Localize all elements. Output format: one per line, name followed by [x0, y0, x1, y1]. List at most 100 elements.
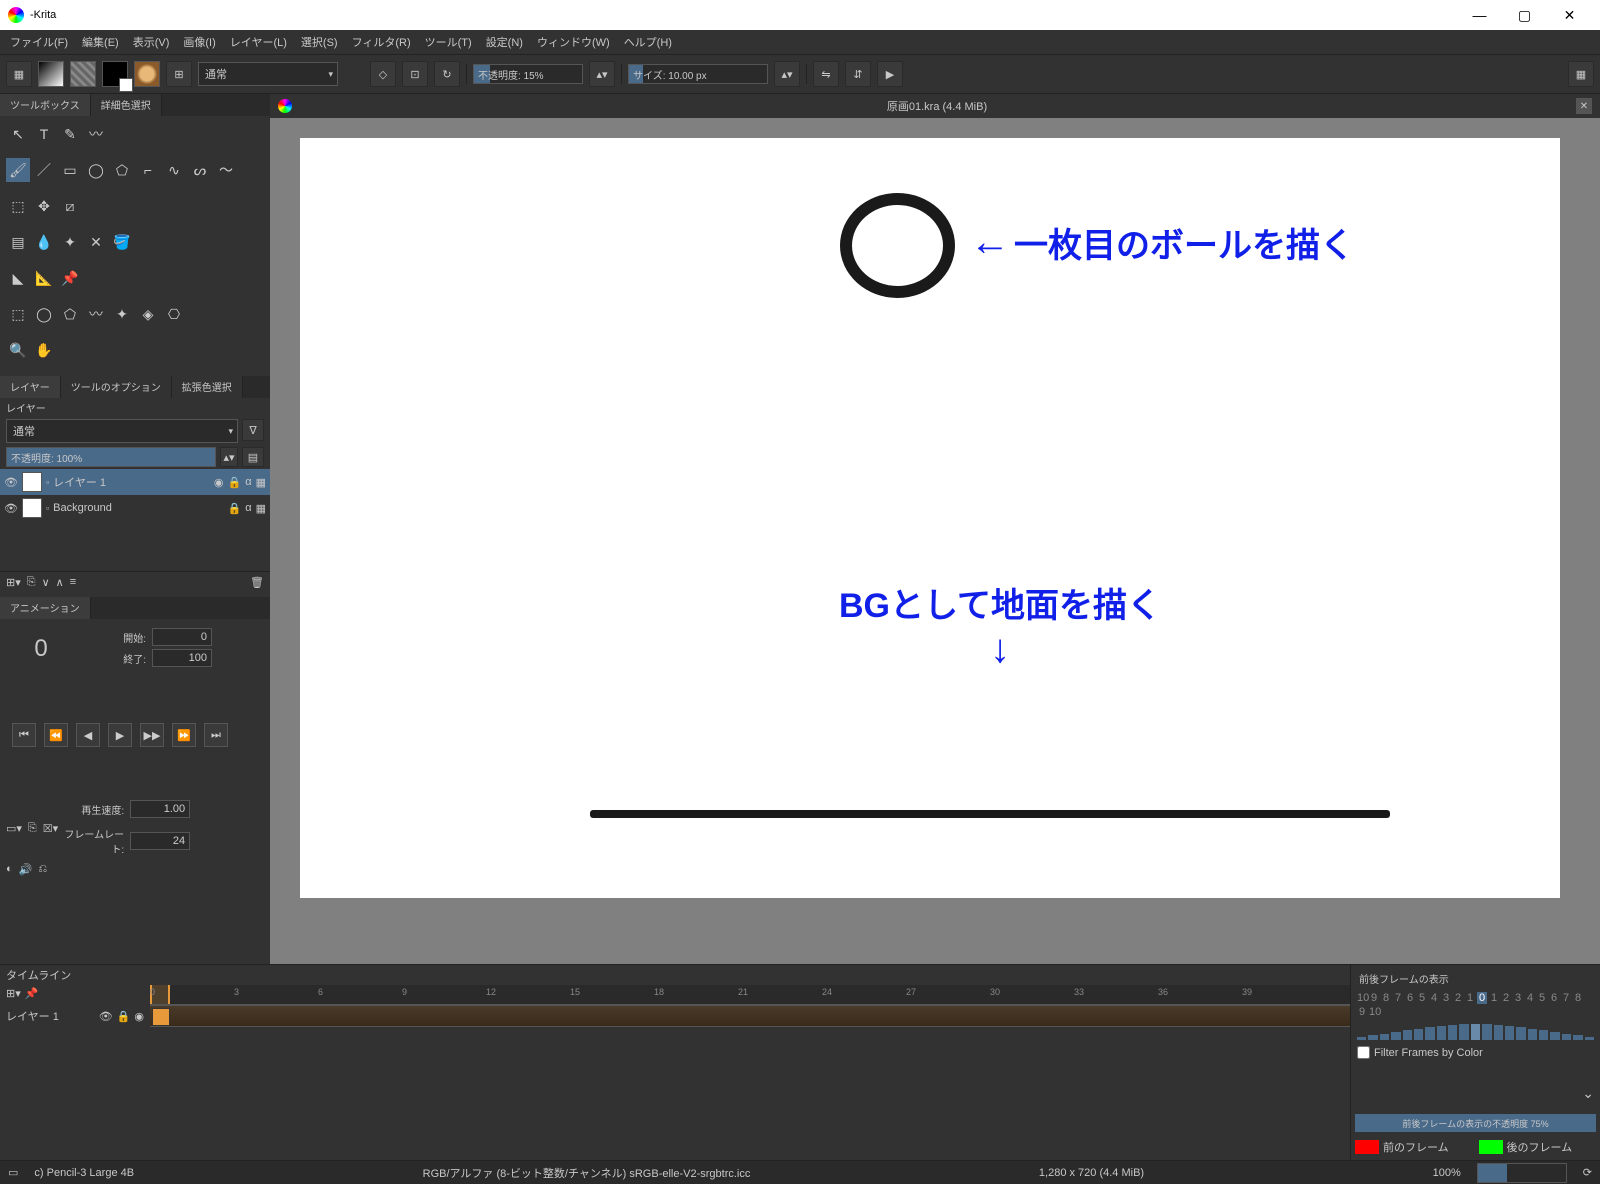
- layer-name[interactable]: Background: [53, 502, 112, 514]
- transform-tool[interactable]: ⬚: [6, 194, 30, 218]
- delete-layer-button[interactable]: 🗑: [250, 576, 264, 589]
- brush-settings-button[interactable]: ⊞: [166, 61, 192, 87]
- move-tool[interactable]: ↖: [6, 122, 30, 146]
- play-button[interactable]: ▶: [108, 723, 132, 747]
- move-layer-tool[interactable]: ✥: [32, 194, 56, 218]
- first-frame-button[interactable]: ⏮: [12, 723, 36, 747]
- fill-tool[interactable]: 🪣: [110, 230, 134, 254]
- select-freehand-tool[interactable]: 〰: [84, 302, 108, 326]
- track-visibility-icon[interactable]: 👁: [99, 1010, 113, 1023]
- audio-button[interactable]: 🔊: [19, 863, 33, 876]
- tool-options-tab[interactable]: ツールのオプション: [61, 376, 172, 398]
- gradient-swatch[interactable]: [38, 61, 64, 87]
- polyline-tool[interactable]: ⌐: [136, 158, 160, 182]
- minimize-button[interactable]: —: [1457, 0, 1502, 30]
- onion-button[interactable]: ◐: [6, 863, 13, 876]
- visibility-icon[interactable]: 👁: [4, 476, 18, 489]
- dup-frame-button[interactable]: ⎘: [28, 822, 37, 835]
- filter-frames-checkbox[interactable]: [1357, 1046, 1370, 1059]
- canvas[interactable]: 一枚目のボールを描く BGとして地面を描く: [300, 138, 1560, 898]
- eraser-button[interactable]: ◇: [370, 61, 396, 87]
- polygon-tool[interactable]: ⬠: [110, 158, 134, 182]
- timeline-pin-button[interactable]: 📌: [25, 987, 39, 1003]
- menu-view[interactable]: 表示(V): [127, 32, 176, 52]
- menu-filter[interactable]: フィルタ(R): [346, 32, 417, 52]
- layer-blend-dropdown[interactable]: 通常: [6, 419, 238, 443]
- frames-strip[interactable]: [150, 1005, 1350, 1027]
- layers-tab[interactable]: レイヤー: [0, 376, 61, 398]
- close-button[interactable]: ✕: [1547, 0, 1592, 30]
- alpha-lock-button[interactable]: ⊡: [402, 61, 428, 87]
- layer-inherit-icon[interactable]: ▦: [256, 476, 266, 489]
- select-contiguous-tool[interactable]: ✦: [110, 302, 134, 326]
- pattern-swatch[interactable]: [70, 61, 96, 87]
- maximize-button[interactable]: ▢: [1502, 0, 1547, 30]
- layer-alpha-lock-icon[interactable]: α: [245, 476, 251, 488]
- menu-window[interactable]: ウィンドウ(W): [531, 32, 616, 52]
- onion-opacity-slider[interactable]: 前後フレームの表示の不透明度 75%: [1355, 1114, 1596, 1132]
- color-picker-tool[interactable]: 💧: [32, 230, 56, 254]
- pan-tool[interactable]: ✋: [32, 338, 56, 362]
- layer-props-button[interactable]: ▤: [242, 447, 264, 467]
- prev-keyframe-button[interactable]: ⏪: [44, 723, 68, 747]
- bezier-tool[interactable]: ∿: [162, 158, 186, 182]
- delete-frame-button[interactable]: ☒▾: [43, 822, 58, 835]
- edit-shapes-tool[interactable]: ✎: [58, 122, 82, 146]
- gradient-tool[interactable]: ▤: [6, 230, 30, 254]
- onion-opacity-bars[interactable]: [1355, 1022, 1596, 1042]
- brush-tool[interactable]: 🖌: [6, 158, 30, 182]
- move-down-button[interactable]: ∨: [42, 576, 50, 589]
- onion-expand-button[interactable]: ⌄: [1355, 1083, 1596, 1104]
- mirror-v-button[interactable]: ⇵: [845, 61, 871, 87]
- smart-patch-tool[interactable]: ✕: [84, 230, 108, 254]
- new-doc-button[interactable]: ▦: [6, 61, 32, 87]
- animation-tab[interactable]: アニメーション: [0, 597, 91, 619]
- visibility-icon[interactable]: 👁: [4, 502, 18, 515]
- timeline-track[interactable]: レイヤー 1 👁 🔒 ◉: [0, 1005, 1350, 1027]
- dup-layer-button[interactable]: ⎘: [27, 576, 36, 589]
- prev-frame-color[interactable]: 前のフレーム: [1355, 1138, 1473, 1156]
- speed-input[interactable]: [130, 800, 190, 818]
- last-frame-button[interactable]: ⏭: [204, 723, 228, 747]
- add-frame-button[interactable]: ▭▾: [6, 822, 22, 835]
- dynamic-brush-tool[interactable]: 〜: [214, 158, 238, 182]
- menu-settings[interactable]: 設定(N): [480, 32, 529, 52]
- adv-color-tab[interactable]: 詳細色選択: [91, 94, 162, 116]
- next-keyframe-button[interactable]: ⏩: [172, 723, 196, 747]
- measure-tool[interactable]: 📐: [32, 266, 56, 290]
- start-frame-input[interactable]: [152, 628, 212, 646]
- select-polygon-tool[interactable]: ⬠: [58, 302, 82, 326]
- next-frame-button[interactable]: ▶▶: [140, 723, 164, 747]
- workspace-button[interactable]: ▦: [1568, 61, 1594, 87]
- track-lock-icon[interactable]: 🔒: [117, 1010, 131, 1023]
- size-slider[interactable]: サイズ: 10.00 px: [628, 64, 768, 84]
- layer-onion-icon[interactable]: ◉: [214, 476, 224, 489]
- menu-file[interactable]: ファイル(F): [4, 32, 74, 52]
- keyframe-0[interactable]: [152, 1008, 170, 1026]
- assistant-tool[interactable]: ◣: [6, 266, 30, 290]
- timeline-tab[interactable]: タイムライン: [6, 967, 71, 983]
- mirror-h-button[interactable]: ⇋: [813, 61, 839, 87]
- select-similar-tool[interactable]: ◈: [136, 302, 160, 326]
- close-doc-button[interactable]: ✕: [1576, 98, 1592, 114]
- layer-lock-icon[interactable]: 🔒: [228, 476, 242, 489]
- zoom-slider[interactable]: [1477, 1163, 1567, 1183]
- line-tool[interactable]: ／: [32, 158, 56, 182]
- menu-edit[interactable]: 編集(E): [76, 32, 125, 52]
- layer-inherit-icon[interactable]: ▦: [256, 502, 266, 515]
- end-frame-input[interactable]: [152, 649, 212, 667]
- reference-tool[interactable]: 📌: [58, 266, 82, 290]
- select-rect-tool[interactable]: ⬚: [6, 302, 30, 326]
- wrap-button[interactable]: ▶: [877, 61, 903, 87]
- opacity-slider[interactable]: 不透明度: 15%: [473, 64, 583, 84]
- layer-filter-button[interactable]: ∇: [242, 419, 264, 441]
- select-bezier-tool[interactable]: ⎔: [162, 302, 186, 326]
- timeline-add-button[interactable]: ⊞▾: [6, 987, 21, 1003]
- next-frame-color[interactable]: 後のフレーム: [1479, 1138, 1597, 1156]
- zoom-tool[interactable]: 🔍: [6, 338, 30, 362]
- move-up-button[interactable]: ∧: [56, 576, 64, 589]
- layer-settings-button[interactable]: ≡: [70, 576, 76, 589]
- layer-row-1[interactable]: 👁 ▫ レイヤー 1 ◉ 🔒 α ▦: [0, 469, 270, 495]
- layer-row-bg[interactable]: 👁 ▫ Background 🔒 α ▦: [0, 495, 270, 521]
- menu-select[interactable]: 選択(S): [295, 32, 344, 52]
